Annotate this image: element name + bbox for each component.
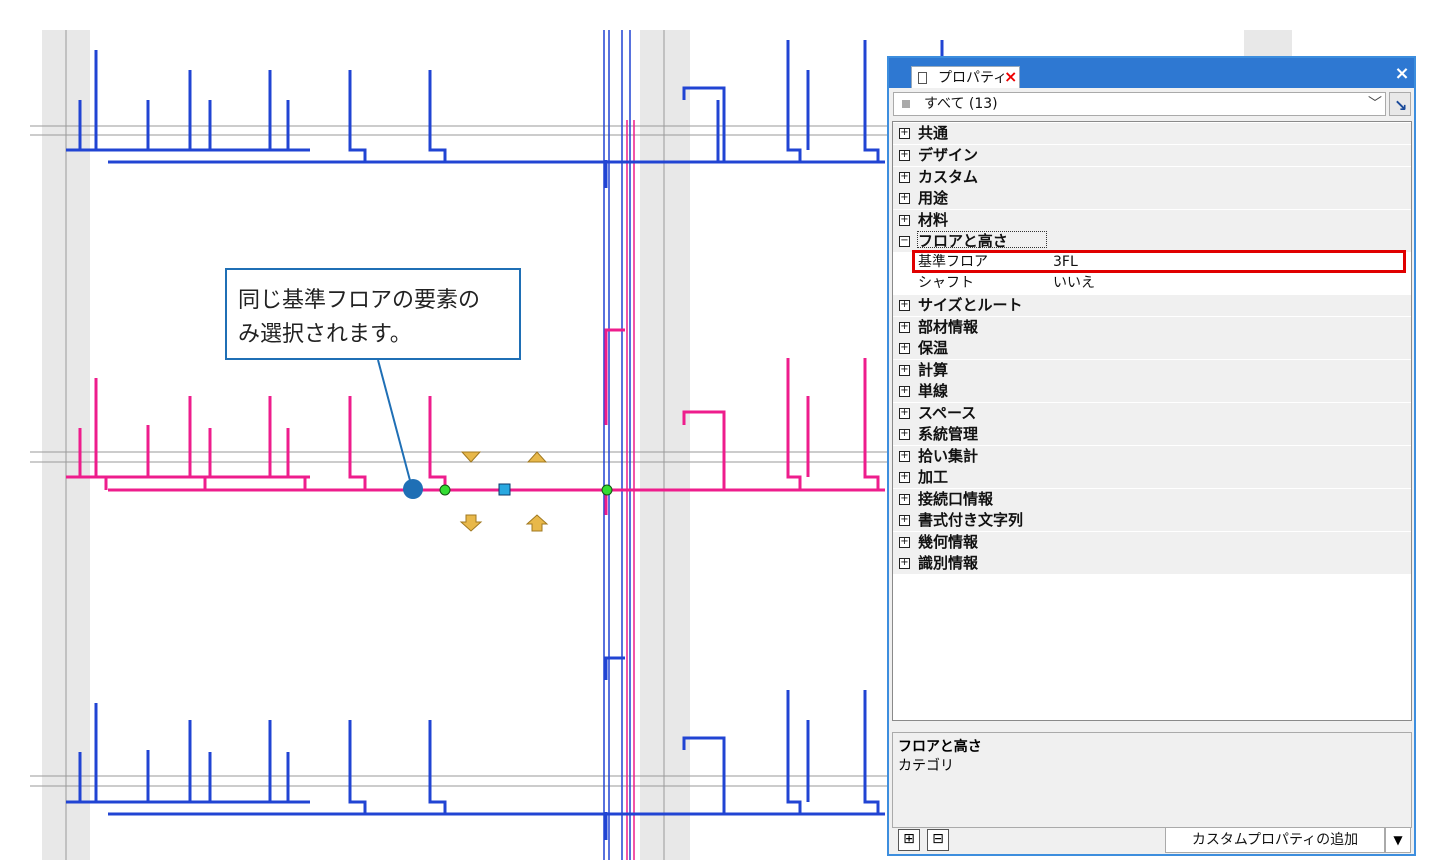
floor-lines <box>30 125 890 787</box>
expand-icon[interactable]: + <box>899 193 910 204</box>
category-row[interactable]: + 加工 <box>893 467 1411 488</box>
add-dropdown-button[interactable]: ▼ <box>1385 827 1411 853</box>
annotation-callout: 同じ基準フロアの要素の み選択されます。 <box>225 268 521 360</box>
expand-icon[interactable]: + <box>899 386 910 397</box>
callout-line-1: 同じ基準フロアの要素の <box>238 288 481 313</box>
category-row[interactable]: + 拾い集計 <box>893 446 1411 467</box>
property-list[interactable]: + 共通 + デザイン + カスタム + 用途 + 材料 − フロアと高さ 基準フロア 3FL… <box>892 121 1412 721</box>
expand-icon[interactable]: + <box>899 451 910 462</box>
callout-anchor-dot <box>403 479 423 499</box>
highlight-box <box>912 250 1406 273</box>
category-row[interactable]: + 書式付き文字列 <box>893 510 1411 531</box>
category-row[interactable]: + 保温 <box>893 338 1411 359</box>
expand-all-button[interactable]: ⊞ <box>898 829 920 851</box>
add-custom-property-button[interactable]: カスタムプロパティの追加 <box>1165 827 1385 853</box>
focus-outline <box>917 231 1047 248</box>
expand-icon[interactable]: + <box>899 343 910 354</box>
description-pane: フロアと高さ カテゴリ <box>892 732 1412 828</box>
filter-label: すべて (13) <box>924 96 998 112</box>
properties-panel: プロパティ × × すべて (13) ﹀ ↘ + 共通 + デザイン + カスタム +… <box>887 56 1416 856</box>
selection-filter-dropdown[interactable]: すべて (13) ﹀ <box>893 92 1386 116</box>
category-row[interactable]: + 用途 <box>893 188 1411 209</box>
category-row[interactable]: + 識別情報 <box>893 553 1411 574</box>
pipe-run-lower-floor[interactable] <box>66 656 885 840</box>
property-row[interactable]: シャフト いいえ <box>893 273 1411 294</box>
filter-icon <box>902 100 910 108</box>
cursor-arrow-icon: ↘ <box>1394 96 1408 115</box>
midpoint-grip[interactable] <box>498 483 511 496</box>
chevron-down-icon[interactable]: ﹀ <box>1368 93 1382 115</box>
move-up-arrow-icon[interactable] <box>525 514 549 532</box>
description-text: カテゴリ <box>898 758 954 774</box>
callout-line-2: み選択されます。 <box>238 322 412 347</box>
expand-icon[interactable]: + <box>899 429 910 440</box>
expand-icon[interactable]: + <box>899 537 910 548</box>
expand-icon[interactable]: + <box>899 172 910 183</box>
flip-up-icon[interactable] <box>526 451 548 463</box>
expand-icon[interactable]: + <box>899 558 910 569</box>
pipe-run-upper-floor[interactable] <box>66 40 944 188</box>
expand-icon[interactable]: + <box>899 150 910 161</box>
panel-titlebar[interactable]: プロパティ × × <box>889 58 1414 88</box>
category-row[interactable]: + スペース <box>893 403 1411 424</box>
category-row[interactable]: + 幾何情報 <box>893 532 1411 553</box>
tab-properties[interactable]: プロパティ × <box>911 66 1020 88</box>
category-row[interactable]: + 部材情報 <box>893 317 1411 338</box>
expand-icon[interactable]: + <box>899 408 910 419</box>
shaft-lines <box>603 30 635 860</box>
category-row[interactable]: + 共通 <box>893 123 1411 144</box>
expand-icon[interactable]: + <box>899 494 910 505</box>
category-row[interactable]: + 系統管理 <box>893 424 1411 445</box>
category-row[interactable]: + 単線 <box>893 381 1411 402</box>
expand-icon[interactable]: + <box>899 300 910 311</box>
select-elements-button[interactable]: ↘ <box>1389 92 1411 116</box>
expand-icon[interactable]: + <box>899 472 910 483</box>
endpoint-grip[interactable] <box>601 484 613 496</box>
collapse-icon[interactable]: − <box>899 236 910 247</box>
expand-icon[interactable]: + <box>899 515 910 526</box>
endpoint-grip[interactable] <box>439 484 451 496</box>
move-down-arrow-icon[interactable] <box>459 514 483 532</box>
expand-icon[interactable]: + <box>899 128 910 139</box>
tab-label: プロパティ <box>938 70 1008 86</box>
category-row[interactable]: + サイズとルート <box>893 295 1411 316</box>
category-row[interactable]: + デザイン <box>893 145 1411 166</box>
category-row[interactable]: + 材料 <box>893 210 1411 231</box>
expand-icon[interactable]: + <box>899 365 910 376</box>
category-row[interactable]: + 接続口情報 <box>893 489 1411 510</box>
tab-close-icon[interactable]: × <box>1004 67 1017 87</box>
expand-icon[interactable]: + <box>899 322 910 333</box>
category-row[interactable]: + カスタム <box>893 167 1411 188</box>
expand-icon[interactable]: + <box>899 215 910 226</box>
collapse-all-button[interactable]: ⊟ <box>927 829 949 851</box>
panel-icon <box>918 72 927 84</box>
flip-down-icon[interactable] <box>460 451 482 463</box>
panel-close-icon[interactable]: × <box>1392 63 1412 84</box>
description-title: フロアと高さ <box>898 739 982 755</box>
callout-leader <box>377 359 413 489</box>
column-strip <box>640 30 690 860</box>
category-row[interactable]: + 計算 <box>893 360 1411 381</box>
